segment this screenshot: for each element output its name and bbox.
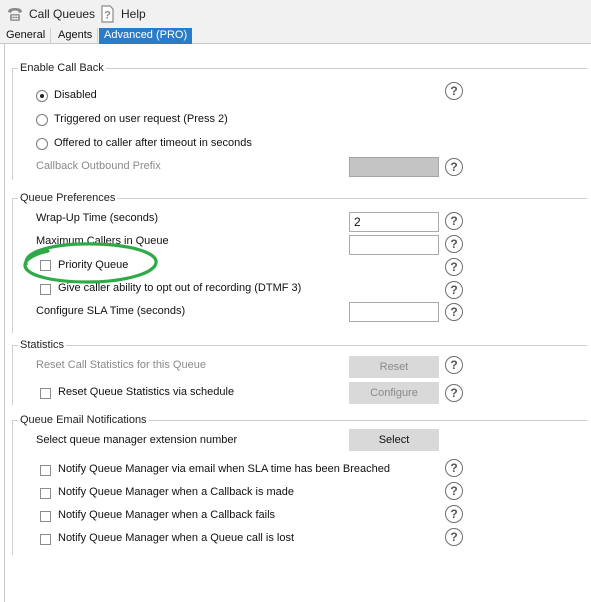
reset-schedule-label: Reset Queue Statistics via schedule <box>58 386 235 398</box>
help-icon[interactable]: ? <box>445 482 463 500</box>
max-callers-field[interactable] <box>349 235 439 255</box>
notify-sla-breach-checkbox[interactable] <box>40 465 51 476</box>
wrap-up-field[interactable] <box>349 212 439 232</box>
help-icon[interactable]: ? <box>445 459 463 477</box>
queue-manager-extension-label: Select queue manager extension number <box>36 434 238 446</box>
notify-callback-made-label: Notify Queue Manager when a Callback is … <box>58 486 295 498</box>
notify-callback-fails-checkbox[interactable] <box>40 511 51 522</box>
opt-out-recording-label: Give caller ability to opt out of record… <box>58 282 302 294</box>
reset-call-statistics-label: Reset Call Statistics for this Queue <box>36 359 206 371</box>
callback-disabled-label: Disabled <box>54 89 97 101</box>
opt-out-recording-checkbox[interactable] <box>40 284 51 295</box>
callback-on-request-label: Triggered on user request (Press 2) <box>54 113 228 125</box>
max-callers-label: Maximum Callers in Queue <box>36 235 169 247</box>
sla-time-field[interactable] <box>349 302 439 322</box>
help-icon[interactable]: ? <box>445 158 463 176</box>
help-icon[interactable]: ? <box>445 82 463 100</box>
help-icon[interactable]: ? <box>445 212 463 230</box>
email-notifications-title: Queue Email Notifications <box>18 414 149 426</box>
help-icon[interactable]: ? <box>445 281 463 299</box>
callback-prefix-field[interactable] <box>349 157 439 177</box>
priority-queue-label: Priority Queue <box>58 259 129 271</box>
callback-prefix-label: Callback Outbound Prefix <box>36 160 161 172</box>
notify-callback-fails-label: Notify Queue Manager when a Callback fai… <box>58 509 276 521</box>
callback-timeout-label: Offered to caller after timeout in secon… <box>54 137 252 149</box>
reset-schedule-checkbox[interactable] <box>40 388 51 399</box>
reset-button[interactable]: Reset <box>349 356 439 378</box>
advanced-panel: Enable Call Back Disabled ? Triggered on… <box>0 0 591 602</box>
configure-button[interactable]: Configure <box>349 382 439 404</box>
help-icon[interactable]: ? <box>445 258 463 276</box>
callback-disabled-radio[interactable] <box>36 90 48 102</box>
queue-preferences-title: Queue Preferences <box>18 192 118 204</box>
select-manager-button[interactable]: Select <box>349 429 439 451</box>
notify-call-lost-checkbox[interactable] <box>40 534 51 545</box>
notify-sla-breach-label: Notify Queue Manager via email when SLA … <box>58 463 391 475</box>
help-icon[interactable]: ? <box>445 235 463 253</box>
help-icon[interactable]: ? <box>445 505 463 523</box>
wrap-up-label: Wrap-Up Time (seconds) <box>36 212 159 224</box>
callback-timeout-radio[interactable] <box>36 138 48 150</box>
notify-callback-made-checkbox[interactable] <box>40 488 51 499</box>
priority-queue-checkbox[interactable] <box>40 260 51 271</box>
enable-callback-title: Enable Call Back <box>18 62 106 74</box>
statistics-title: Statistics <box>18 339 67 351</box>
help-icon[interactable]: ? <box>445 528 463 546</box>
callback-on-request-radio[interactable] <box>36 114 48 126</box>
help-icon[interactable]: ? <box>445 303 463 321</box>
help-icon[interactable]: ? <box>445 384 463 402</box>
notify-call-lost-label: Notify Queue Manager when a Queue call i… <box>58 532 295 544</box>
sla-time-label: Configure SLA Time (seconds) <box>36 305 186 317</box>
help-icon[interactable]: ? <box>445 356 463 374</box>
